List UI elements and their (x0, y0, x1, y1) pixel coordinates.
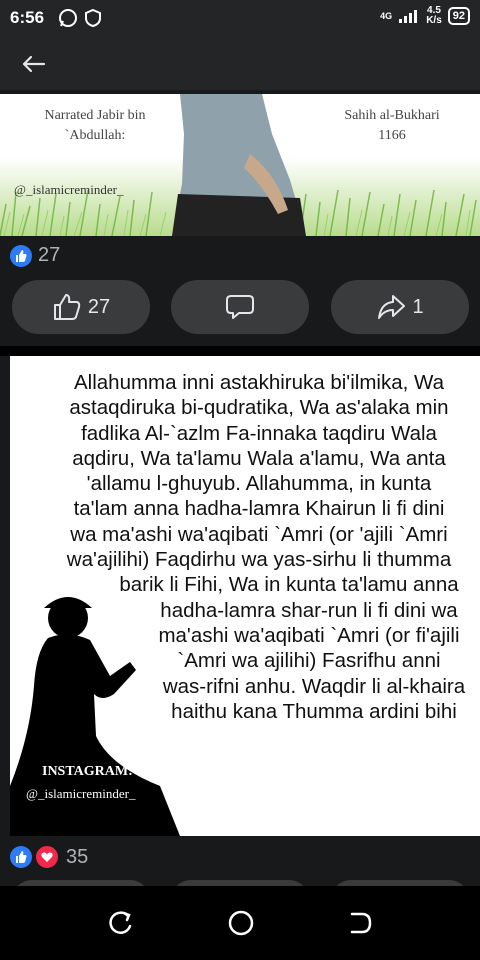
love-reaction-icon (34, 844, 60, 870)
shield-icon (85, 8, 101, 28)
comment-button[interactable] (171, 280, 309, 334)
whatsapp-icon (59, 9, 77, 27)
system-nav-bar (0, 886, 480, 960)
share-count: 1 (412, 295, 424, 318)
status-time: 6:56 (10, 8, 45, 27)
like-reaction-icon (10, 846, 32, 868)
battery-indicator: 92 (447, 7, 470, 25)
reaction-count: 35 (66, 845, 89, 868)
source-caption: Sahih al-Bukhari 1166 (344, 108, 440, 143)
network-type: 4G (380, 11, 393, 21)
back-nav-icon[interactable] (346, 908, 376, 938)
recent-apps-icon[interactable] (106, 908, 136, 938)
narrator-caption: Narrated Jabir bin `Abdullah: (44, 108, 146, 143)
status-bar: 6:56 4G 4.5 K/s 92 (0, 0, 480, 36)
like-count: 27 (87, 295, 111, 318)
image-watermark-handle: @_islamicreminder_ (14, 182, 124, 197)
share-icon (378, 295, 406, 319)
comment-icon (226, 295, 254, 319)
share-button[interactable]: 1 (331, 280, 469, 334)
reaction-count: 27 (38, 244, 61, 266)
home-icon[interactable] (226, 908, 256, 938)
signal-icon (399, 10, 418, 23)
like-icon (53, 294, 81, 320)
post-image-hadith[interactable]: Narrated Jabir bin `Abdullah: Sahih al-B… (0, 94, 480, 236)
instagram-handle: @_islamicreminder_ (26, 786, 136, 801)
post-divider (0, 346, 480, 356)
like-reaction-icon (10, 244, 32, 267)
like-button[interactable]: 27 (12, 280, 150, 334)
reaction-summary[interactable]: 27 (10, 244, 60, 267)
post-image-dua[interactable]: Allahumma inni astakhiruka bi'ilmika, Wa… (10, 356, 480, 836)
reaction-summary-2[interactable]: 35 (10, 844, 88, 870)
network-speed: 4.5 K/s (426, 5, 442, 26)
app-bar (0, 36, 480, 90)
back-arrow-icon[interactable] (18, 49, 48, 79)
instagram-label: INSTAGRAM: (42, 764, 133, 779)
